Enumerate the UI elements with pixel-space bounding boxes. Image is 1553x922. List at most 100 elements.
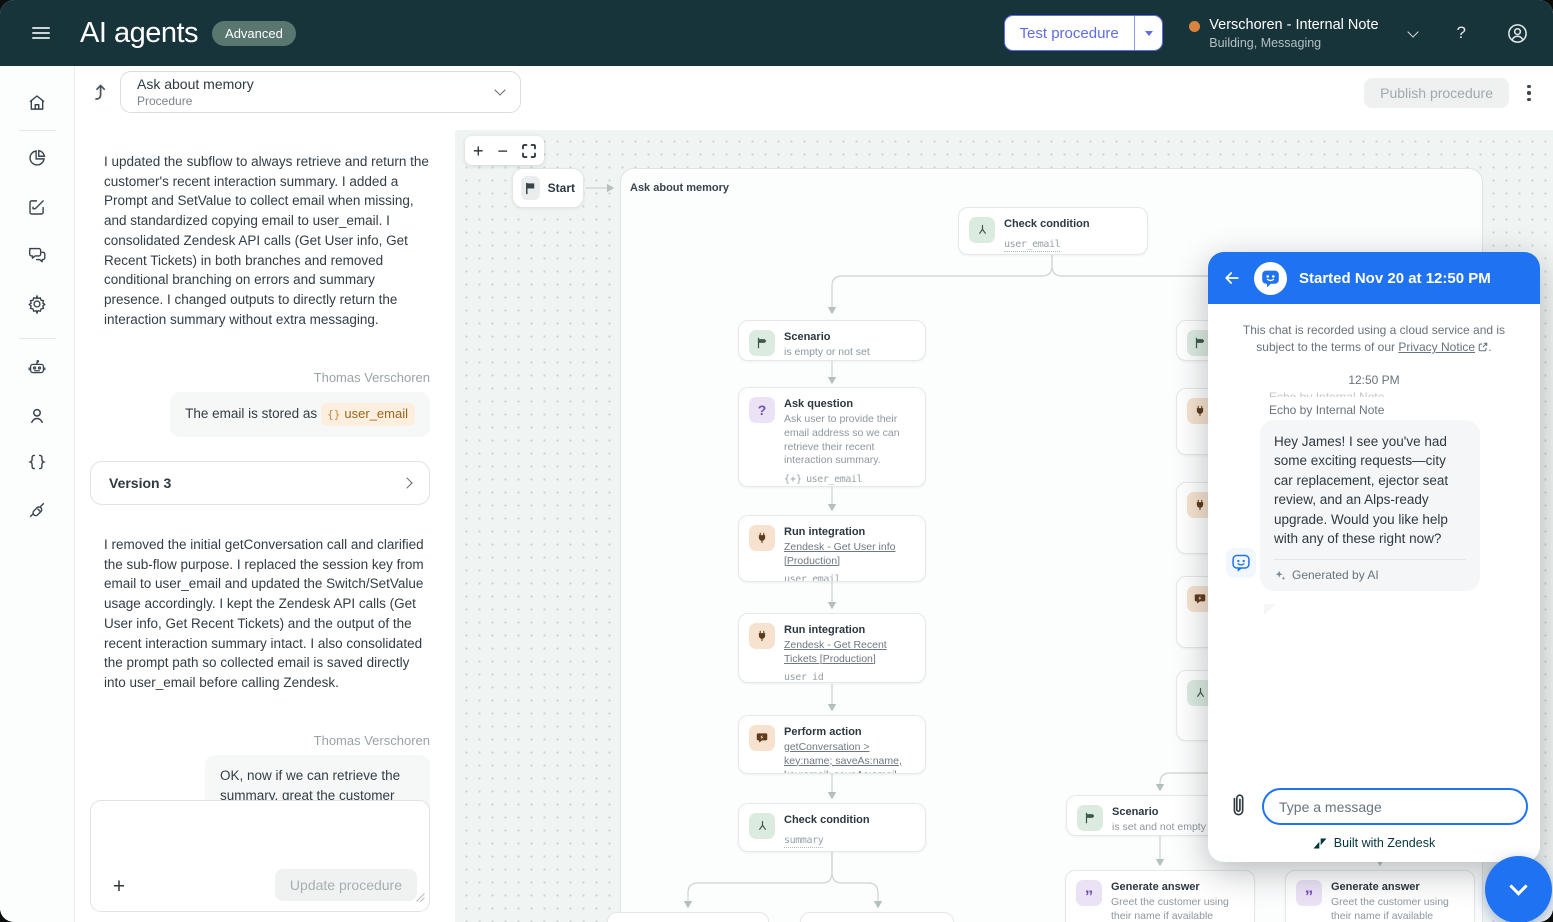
node-title: Run integration <box>784 623 912 638</box>
back-arrow-icon[interactable] <box>1222 268 1242 288</box>
chevron-down-icon[interactable] <box>1407 26 1418 37</box>
code-braces-icon[interactable] <box>27 452 48 473</box>
variable-icon: {+} <box>784 474 802 485</box>
start-node-label: Start <box>548 181 575 195</box>
chevron-down-icon <box>494 84 505 95</box>
chat-message-input[interactable] <box>1262 788 1528 825</box>
customers-icon[interactable] <box>26 405 48 427</box>
node-run-integration-recent-tickets[interactable]: Run integration Zendesk - Get Recent Tic… <box>738 613 926 683</box>
user-profile-icon[interactable] <box>1506 22 1529 45</box>
version-label: Version 3 <box>109 475 171 491</box>
node-desc: is empty or not set <box>784 346 870 360</box>
node-partial-bottom-1[interactable] <box>607 912 769 922</box>
conversations-icon[interactable] <box>26 244 48 266</box>
node-scenario-empty[interactable]: Scenario is empty or not set <box>738 320 926 361</box>
quote-icon: ” <box>1296 880 1322 906</box>
overflow-menu-icon[interactable] <box>1519 80 1539 106</box>
zoom-out-icon[interactable]: − <box>498 142 509 160</box>
node-desc: is set and not empty <box>1112 821 1206 835</box>
messaging-widget: Started Nov 20 at 12:50 PM This chat is … <box>1208 252 1540 862</box>
start-node[interactable]: Start <box>512 168 584 208</box>
account-name: Verschoren - Internal Note <box>1209 16 1378 34</box>
resize-handle-icon[interactable] <box>416 889 425 907</box>
update-procedure-button[interactable]: Update procedure <box>275 869 417 901</box>
assistant-message-1: I updated the subflow to always retrieve… <box>104 152 434 329</box>
generated-by-ai-label: Generated by AI <box>1292 568 1379 582</box>
assistant-message-2: I removed the initial getConversation ca… <box>104 535 434 693</box>
zoom-in-icon[interactable]: + <box>473 142 484 160</box>
help-icon[interactable]: ? <box>1457 23 1466 43</box>
generated-by-ai: Generated by AI <box>1274 559 1466 582</box>
procedure-selector[interactable]: Ask about memory Procedure <box>120 71 521 113</box>
subflow-label: Ask about memory <box>630 182 729 194</box>
fit-view-icon[interactable] <box>522 144 536 158</box>
advanced-badge: Advanced <box>212 21 296 46</box>
version-card[interactable]: Version 3 <box>90 461 430 505</box>
node-generate-answer-2[interactable]: ” Generate answer Greet the customer usi… <box>1285 870 1475 922</box>
node-title: Perform action <box>784 725 912 740</box>
node-value: user_email <box>1004 239 1060 252</box>
button-divider <box>1134 16 1136 50</box>
rail-divider <box>19 338 56 339</box>
sparkle-icon <box>1274 569 1286 581</box>
test-procedure-dropdown[interactable] <box>1135 16 1162 50</box>
test-procedure-label[interactable]: Test procedure <box>1005 16 1134 50</box>
node-generate-answer-1[interactable]: ” Generate answer Greet the customer usi… <box>1065 870 1255 922</box>
test-procedure-button[interactable]: Test procedure <box>1004 15 1164 51</box>
bot-icon[interactable] <box>26 357 48 379</box>
composer-input[interactable] <box>99 809 421 867</box>
add-attachment-button[interactable]: + <box>107 875 131 899</box>
chat-disclaimer: This chat is recorded using a cloud serv… <box>1234 322 1514 357</box>
back-up-icon[interactable] <box>89 80 113 109</box>
node-value: user_email <box>806 474 862 487</box>
chevron-down-icon <box>1509 877 1527 895</box>
node-desc: Ask user to provide their email address … <box>784 413 915 468</box>
integration-link[interactable]: Zendesk - Get User info [Production] <box>784 541 910 569</box>
question-icon: ? <box>749 397 775 423</box>
copilot-panel: I updated the subflow to always retrieve… <box>75 130 455 922</box>
compose-icon[interactable] <box>27 197 48 218</box>
integration-link[interactable]: Zendesk - Get Recent Tickets [Production… <box>784 639 912 667</box>
node-check-condition-summary[interactable]: Check condition summary <box>738 803 926 852</box>
node-check-condition-email[interactable]: Check condition user_email <box>958 207 1148 255</box>
scenario-flag-icon <box>1077 805 1103 831</box>
node-value: user_email <box>784 574 840 582</box>
user-message-bubble-1: The email is stored as{}user_email <box>170 392 430 437</box>
scenario-flag-icon <box>749 330 775 356</box>
chat-title: Started Nov 20 at 12:50 PM <box>1299 270 1491 287</box>
node-value: user_id <box>784 672 823 683</box>
plug-icon <box>749 623 775 649</box>
integrations-plug-icon[interactable] <box>26 499 48 521</box>
attachment-paperclip-icon[interactable] <box>1228 792 1250 818</box>
procedure-selector-subtitle: Procedure <box>137 94 254 108</box>
node-partial-bottom-2[interactable] <box>800 912 954 922</box>
account-subtitle: Building, Messaging <box>1209 36 1378 50</box>
node-value: summary <box>784 835 823 848</box>
node-desc: Greet the customer using their name if a… <box>1331 896 1464 922</box>
nav-rail <box>0 66 75 922</box>
node-run-integration-user-info[interactable]: Run integration Zendesk - Get User info … <box>738 515 926 582</box>
chat-timestamp: 12:50 PM <box>1208 373 1540 387</box>
agent-message-text: Hey James! I see you've had some excitin… <box>1274 432 1466 549</box>
privacy-notice-link[interactable]: Privacy Notice <box>1398 340 1475 354</box>
node-title: Check condition <box>784 813 870 828</box>
hamburger-menu-icon[interactable] <box>32 24 50 42</box>
analytics-icon[interactable] <box>27 148 48 169</box>
quote-icon: ” <box>1076 880 1102 906</box>
account-switcher[interactable]: Verschoren - Internal Note Building, Mes… <box>1189 16 1378 50</box>
bubble-tail <box>1264 604 1276 615</box>
chat-launcher-button[interactable] <box>1485 856 1552 922</box>
node-title: Scenario <box>1112 805 1206 820</box>
publish-procedure-button[interactable]: Publish procedure <box>1364 78 1509 108</box>
action-bubble-icon <box>749 725 775 751</box>
node-perform-action[interactable]: Perform action getConversation > key:nam… <box>738 715 926 774</box>
chat-avatar <box>1254 262 1287 295</box>
variable-chip: {}user_email <box>321 403 415 426</box>
action-link[interactable]: getConversation > key:name; saveAs:name,… <box>784 741 912 774</box>
home-icon[interactable] <box>27 93 48 114</box>
procedure-selector-title: Ask about memory <box>137 76 254 93</box>
node-title: Generate answer <box>1331 880 1464 895</box>
settings-gear-icon[interactable] <box>26 293 48 315</box>
node-ask-question[interactable]: ? Ask question Ask user to provide their… <box>738 387 926 487</box>
procedure-bar: Ask about memory Procedure Publish proce… <box>75 66 1553 130</box>
